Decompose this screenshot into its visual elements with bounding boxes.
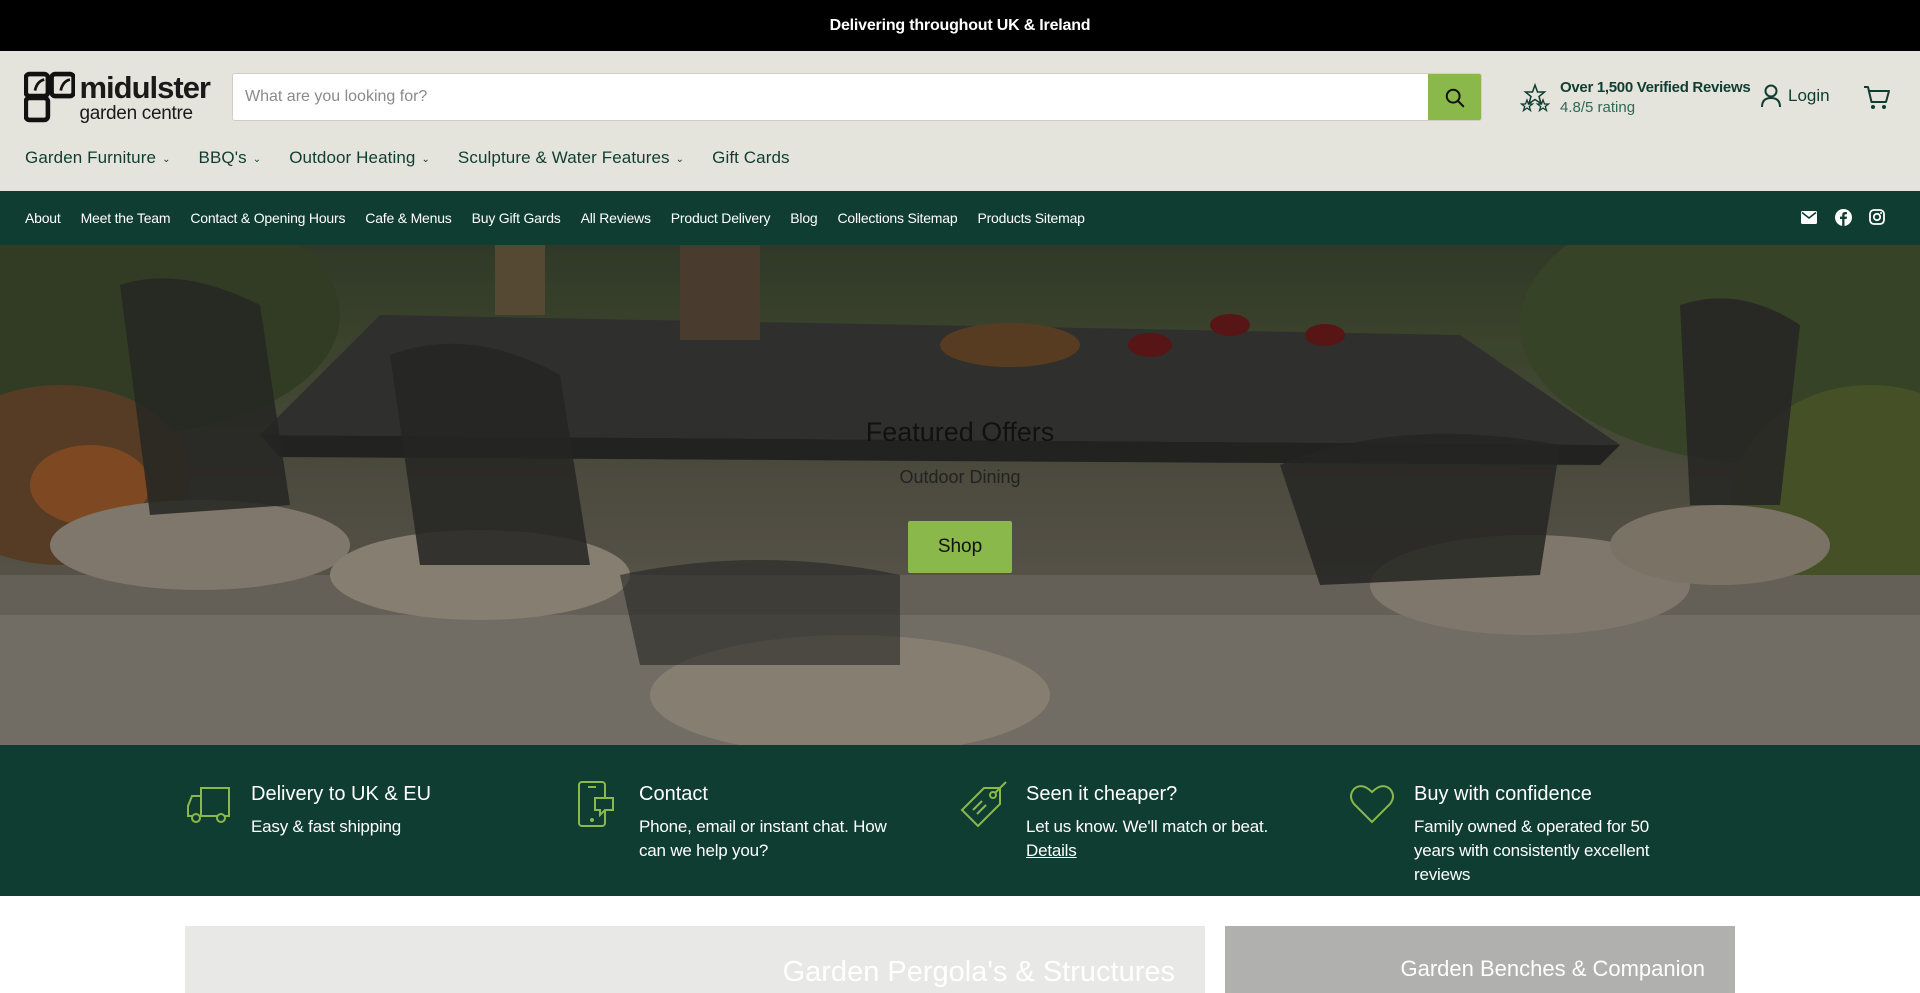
email-icon [1801, 210, 1817, 224]
feature-description: Easy & fast shipping [251, 817, 402, 836]
feature-contact: Contact Phone, email or instant chat. Ho… [573, 780, 899, 863]
nav-label: Gift Cards [712, 148, 790, 167]
reviews-title: Over 1,500 Verified Reviews [1560, 79, 1751, 96]
main-navigation: Garden Furniture ⌄ BBQ's ⌄ Outdoor Heati… [25, 148, 818, 168]
feature-confidence: Buy with confidence Family owned & opera… [1348, 780, 1684, 886]
subnav-blog[interactable]: Blog [790, 210, 817, 226]
heart-icon [1350, 785, 1394, 824]
login-label: Login [1788, 86, 1830, 105]
subnav-products-sitemap[interactable]: Products Sitemap [977, 210, 1084, 226]
collection-tile-pergolas[interactable]: Garden Pergola's & Structures [185, 926, 1205, 993]
instagram-icon [1869, 209, 1885, 225]
feature-title: Delivery to UK & EU [251, 783, 432, 805]
site-header: midulster garden centre Over 1,500 Verif… [0, 51, 1920, 191]
secondary-navigation: About Meet the Team Contact & Opening Ho… [0, 191, 1920, 245]
user-icon [1761, 84, 1781, 108]
hero-banner: Featured Offers Outdoor Dining Shop [0, 245, 1920, 745]
price-tag-icon [960, 781, 1007, 828]
search-input[interactable] [233, 74, 1428, 120]
reviews-badge[interactable]: Over 1,500 Verified Reviews 4.8/5 rating [1520, 78, 1751, 117]
feature-delivery: Delivery to UK & EU Easy & fast shipping [185, 780, 431, 839]
nav-label: Outdoor Heating [289, 148, 416, 167]
nav-bbqs[interactable]: BBQ's ⌄ [199, 148, 262, 168]
subnav-about[interactable]: About [25, 210, 61, 226]
facebook-link[interactable] [1834, 208, 1852, 226]
feature-description-wrap: Let us know. We'll match or beat. Detail… [1026, 815, 1306, 863]
feature-title: Seen it cheaper? [1026, 783, 1178, 805]
stars-icon [1520, 82, 1550, 112]
search-icon [1445, 88, 1464, 108]
chevron-down-icon: ⌄ [252, 153, 262, 165]
feature-description: Phone, email or instant chat. How can we… [639, 817, 887, 860]
nav-label: Garden Furniture [25, 148, 157, 167]
mobile-chat-icon [578, 781, 614, 827]
nav-label: BBQ's [198, 148, 247, 167]
feature-title: Buy with confidence [1414, 783, 1592, 805]
reviews-rating: 4.8/5 rating [1560, 98, 1636, 116]
nav-label: Sculpture & Water Features [457, 148, 670, 167]
collection-tile-benches[interactable]: Garden Benches & Companion [1225, 926, 1735, 993]
chevron-down-icon: ⌄ [675, 153, 685, 165]
announcement-bar: Delivering throughout UK & Ireland [0, 0, 1920, 51]
hero-subtitle: Outdoor Dining [899, 467, 1021, 487]
chevron-down-icon: ⌄ [162, 153, 171, 165]
nav-garden-furniture[interactable]: Garden Furniture ⌄ [25, 148, 171, 168]
brand-logo[interactable]: midulster garden centre [24, 69, 211, 124]
feature-description: Let us know. We'll match or beat. [1026, 817, 1269, 836]
hero-title: Featured Offers [865, 417, 1055, 447]
feature-description: Family owned & operated for 50 years wit… [1414, 817, 1650, 884]
instagram-link[interactable] [1868, 208, 1886, 226]
truck-icon [187, 787, 230, 823]
cart-button[interactable] [1863, 85, 1891, 116]
brand-tagline: garden centre [79, 102, 193, 124]
announcement-text: Delivering throughout UK & Ireland [829, 16, 1091, 34]
nav-gift-cards[interactable]: Gift Cards [712, 148, 790, 168]
nav-sculpture-water-features[interactable]: Sculpture & Water Features ⌄ [458, 148, 684, 168]
chevron-down-icon: ⌄ [421, 153, 430, 165]
subnav-cafe-menus[interactable]: Cafe & Menus [365, 210, 452, 226]
login-link[interactable]: Login [1760, 84, 1830, 108]
feature-title: Contact [639, 783, 708, 805]
subnav-product-delivery[interactable]: Product Delivery [671, 210, 771, 226]
search-bar [232, 73, 1482, 121]
nav-outdoor-heating[interactable]: Outdoor Heating ⌄ [289, 148, 430, 168]
subnav-meet-the-team[interactable]: Meet the Team [81, 210, 171, 226]
subnav-all-reviews[interactable]: All Reviews [581, 210, 651, 226]
logo-mark-icon [24, 71, 76, 123]
social-links [1800, 208, 1886, 226]
hero-overlay [0, 245, 1920, 745]
facebook-icon [1834, 208, 1852, 226]
cart-icon [1864, 86, 1890, 109]
collection-title: Garden Pergola's & Structures [782, 956, 1175, 988]
brand-name: midulster [79, 69, 211, 105]
subnav-buy-gift-cards[interactable]: Buy Gift Gards [472, 210, 561, 226]
subnav-contact[interactable]: Contact & Opening Hours [190, 210, 345, 226]
shop-button[interactable]: Shop [908, 521, 1012, 573]
collection-title: Garden Benches & Companion [1400, 956, 1705, 981]
feature-price-match: Seen it cheaper? Let us know. We'll matc… [960, 780, 1306, 863]
features-strip: Delivery to UK & EU Easy & fast shipping… [0, 745, 1920, 896]
email-link[interactable] [1800, 208, 1818, 226]
subnav-collections-sitemap[interactable]: Collections Sitemap [838, 210, 958, 226]
search-button[interactable] [1428, 74, 1481, 120]
details-link[interactable]: Details [1026, 841, 1077, 860]
collections-section: Garden Pergola's & Structures Garden Ben… [0, 896, 1920, 993]
